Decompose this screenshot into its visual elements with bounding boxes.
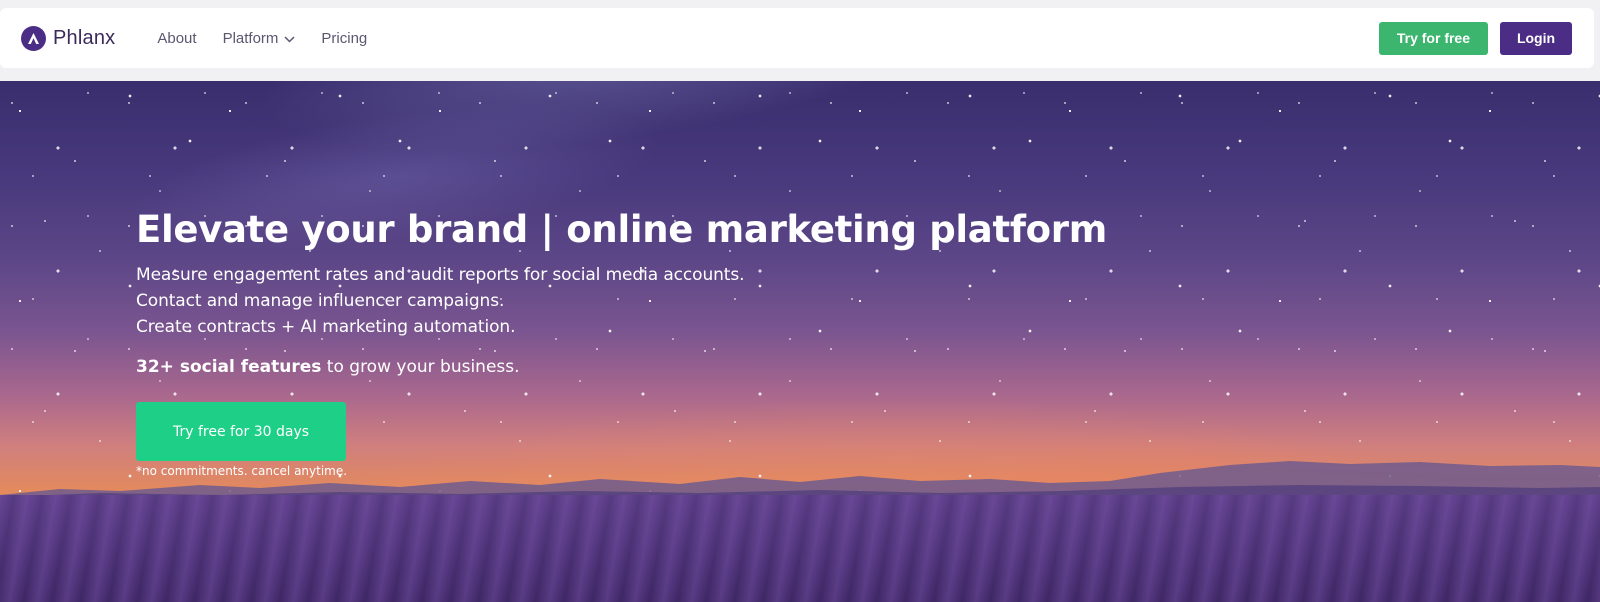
- login-button[interactable]: Login: [1500, 21, 1572, 55]
- cta-note: *no commitments. cancel anytime.: [136, 464, 348, 478]
- chevron-down-icon: [284, 30, 295, 47]
- top-navbar: Phlanx About Platform Pricing Try for fr…: [0, 8, 1594, 68]
- hero-line-influencer: Contact and manage influencer campaigns.: [136, 291, 505, 311]
- phlanx-logo-icon: [21, 25, 46, 51]
- hero-content: Elevate your brand | online marketing pl…: [136, 206, 1107, 478]
- nav-links: About Platform Pricing: [157, 30, 367, 47]
- nav-link-about[interactable]: About: [157, 30, 196, 47]
- brand-name: Phlanx: [53, 26, 116, 49]
- lavender-field: [0, 495, 1600, 602]
- try-free-30-days-button[interactable]: Try free for 30 days: [136, 402, 346, 461]
- hero-line-contracts: Create contracts + AI marketing automati…: [136, 317, 516, 337]
- try-for-free-button[interactable]: Try for free: [1378, 21, 1488, 55]
- hero-headline: Elevate your brand | online marketing pl…: [136, 208, 1107, 251]
- brand-logo-link[interactable]: Phlanx: [21, 25, 116, 51]
- hero-line-engagement: Measure engagement rates and audit repor…: [136, 265, 745, 285]
- features-count: 32+ social features: [136, 357, 322, 377]
- nav-actions: Try for free Login: [1378, 21, 1572, 55]
- nav-link-about-label: About: [157, 29, 197, 47]
- nav-link-pricing-label: Pricing: [321, 29, 368, 47]
- hero-subtext: Measure engagement rates and audit repor…: [136, 262, 1107, 340]
- nav-link-pricing[interactable]: Pricing: [321, 30, 367, 47]
- features-text: to grow your business.: [321, 357, 520, 377]
- nav-link-platform[interactable]: Platform: [223, 30, 296, 47]
- nav-link-platform-label: Platform: [222, 29, 279, 47]
- features-line: 32+ social features to grow your busines…: [136, 354, 1107, 380]
